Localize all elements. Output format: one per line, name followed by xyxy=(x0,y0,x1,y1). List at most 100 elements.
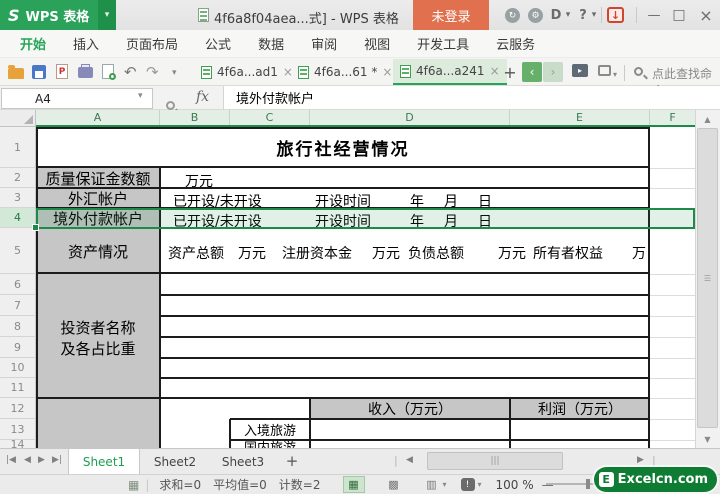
hscroll-right-icon[interactable]: ▶ xyxy=(637,455,644,465)
cell-b2[interactable]: 万元 xyxy=(185,171,213,191)
toolbar-caret-icon[interactable]: ▾ xyxy=(172,68,177,78)
sheet-tab-sheet3[interactable]: Sheet3 xyxy=(210,449,276,474)
col-header-b[interactable]: B xyxy=(160,110,230,125)
col-header-d[interactable]: D xyxy=(310,110,510,125)
cell-investor-name[interactable]: 投资者名称 xyxy=(38,318,158,336)
panel-caret-icon[interactable]: ▾ xyxy=(613,70,617,79)
row-header-6[interactable]: 6 xyxy=(0,274,36,295)
login-button[interactable]: 未登录 xyxy=(413,0,489,30)
tab-formulas[interactable]: 公式 xyxy=(205,34,231,53)
tab-data[interactable]: 数据 xyxy=(258,34,284,53)
row-4-selection[interactable] xyxy=(36,208,695,229)
tab-scroll-back-button[interactable]: ‹ xyxy=(522,62,542,82)
close-tab-icon[interactable]: × xyxy=(490,64,500,78)
formula-input[interactable]: 境外付款帐户 xyxy=(223,86,720,109)
tab-scroll-forward-button[interactable]: › xyxy=(543,62,563,82)
row-header-12[interactable]: 12 xyxy=(0,398,36,419)
page-layout-view-icon[interactable]: ▥ xyxy=(421,476,443,493)
search-in-sheet-icon[interactable] xyxy=(166,101,175,110)
cell-r5-unit2[interactable]: 万元 xyxy=(372,243,400,263)
help-caret-icon[interactable]: ▾ xyxy=(589,0,599,30)
page-break-view-icon[interactable]: ▩ xyxy=(383,476,405,493)
scroll-down-icon[interactable]: ▼ xyxy=(697,432,718,446)
row-header-3[interactable]: 3 xyxy=(0,188,36,208)
horizontal-scrollbar-thumb[interactable]: ||| xyxy=(427,452,563,470)
doc-tab-1[interactable]: 4f6a...ad1 × xyxy=(194,59,300,85)
wps-app-button[interactable]: S WPS 表格 xyxy=(0,0,98,30)
maximize-button[interactable]: □ xyxy=(668,0,690,30)
tab-view[interactable]: 视图 xyxy=(364,34,390,53)
row-header-4-selected[interactable]: 4 xyxy=(0,208,36,228)
vertical-scrollbar-thumb[interactable]: ☰ xyxy=(697,128,718,428)
new-doc-button[interactable]: + xyxy=(501,62,519,82)
signature-icon[interactable]: D xyxy=(548,0,564,30)
scroll-up-icon[interactable]: ▲ xyxy=(697,112,718,126)
col-header-e[interactable]: E xyxy=(510,110,650,125)
row-header-11[interactable]: 11 xyxy=(0,378,36,398)
settings-icon[interactable]: ⚙ xyxy=(528,8,543,23)
insert-function-button[interactable]: fx xyxy=(196,89,209,105)
signature-caret-icon[interactable]: ▾ xyxy=(563,0,573,30)
row-header-9[interactable]: 9 xyxy=(0,337,36,358)
panel-icon[interactable] xyxy=(598,65,611,76)
cell-r5-unit1[interactable]: 万元 xyxy=(238,243,266,263)
cell-a3[interactable]: 外汇帐户 xyxy=(38,190,158,206)
export-pdf-icon[interactable]: P xyxy=(56,64,68,79)
cell-c14[interactable]: 国内旅游 xyxy=(232,441,308,448)
normal-view-icon[interactable]: ▦ xyxy=(343,476,365,493)
row-header-1[interactable]: 1 xyxy=(0,127,36,168)
presentation-icon[interactable]: ▸ xyxy=(572,64,588,77)
row-header-8[interactable]: 8 xyxy=(0,316,36,337)
download-icon[interactable]: ↓ xyxy=(607,7,624,23)
eye-protection-icon[interactable]: ! xyxy=(461,478,475,491)
eye-caret-icon[interactable]: ▾ xyxy=(478,480,482,489)
select-all-corner[interactable] xyxy=(0,110,36,127)
cell-r5-registered-capital[interactable]: 注册资本金 xyxy=(282,243,352,263)
tab-home[interactable]: 开始 xyxy=(20,34,46,53)
next-sheet-icon[interactable]: ▶ xyxy=(38,455,45,465)
sheet-tab-sheet1[interactable]: Sheet1 xyxy=(68,449,140,474)
app-menu-caret[interactable]: ▾ xyxy=(98,0,116,30)
cell-e12[interactable]: 利润（万元） xyxy=(512,400,648,417)
row-header-10[interactable]: 10 xyxy=(0,358,36,378)
undo-icon[interactable]: ↶ xyxy=(124,63,137,81)
skin-icon[interactable]: ↻ xyxy=(505,8,520,23)
redo-icon[interactable]: ↷ xyxy=(146,63,159,81)
minimize-button[interactable]: — xyxy=(643,0,665,30)
cell-r5-unit4[interactable]: 万 xyxy=(632,243,646,263)
close-button[interactable]: × xyxy=(695,0,717,30)
open-file-icon[interactable] xyxy=(8,68,24,79)
cell-title[interactable]: 旅行社经营情况 xyxy=(38,129,648,166)
cell-r5-owner-equity[interactable]: 所有者权益 xyxy=(533,243,603,263)
cell-r5-liabilities[interactable]: 负债总额 xyxy=(408,243,464,263)
cell-a2[interactable]: 质量保证金数额 xyxy=(38,170,158,186)
cell-c13[interactable]: 入境旅游 xyxy=(232,421,308,438)
save-icon[interactable] xyxy=(32,65,46,79)
close-tab-icon[interactable]: × xyxy=(382,65,392,79)
cell-d12[interactable]: 收入（万元） xyxy=(312,400,508,417)
row-header-7[interactable]: 7 xyxy=(0,295,36,316)
cell-r5-unit3[interactable]: 万元 xyxy=(498,243,526,263)
tab-insert[interactable]: 插入 xyxy=(73,34,99,53)
add-sheet-button[interactable]: + xyxy=(283,451,301,471)
namebox-caret-icon[interactable]: ▾ xyxy=(138,91,143,101)
name-box[interactable]: A4 xyxy=(1,88,153,109)
tab-cloud[interactable]: 云服务 xyxy=(496,34,535,53)
sheet-tab-sheet2[interactable]: Sheet2 xyxy=(142,449,208,474)
cell-investor-ratio[interactable]: 及各占比重 xyxy=(38,339,158,357)
print-icon[interactable] xyxy=(78,67,93,78)
tab-review[interactable]: 审阅 xyxy=(311,34,337,53)
cell-a5[interactable]: 资产情况 xyxy=(38,232,158,270)
row-header-14[interactable]: 14 xyxy=(0,440,36,448)
cell-r5-asset-total[interactable]: 资产总额 xyxy=(168,243,224,263)
tab-page-layout[interactable]: 页面布局 xyxy=(126,34,178,53)
zoom-slider-handle[interactable] xyxy=(586,479,590,489)
print-preview-icon[interactable] xyxy=(102,64,114,79)
col-header-c[interactable]: C xyxy=(230,110,310,125)
prev-sheet-icon[interactable]: ◀ xyxy=(24,455,31,465)
view-caret-icon[interactable]: ▾ xyxy=(443,480,447,489)
doc-tab-2[interactable]: 4f6a...61 * × xyxy=(291,59,399,85)
first-sheet-icon[interactable]: |◀ xyxy=(6,455,16,465)
hscroll-left-icon[interactable]: ◀ xyxy=(406,455,413,465)
help-icon[interactable]: ? xyxy=(576,0,590,30)
